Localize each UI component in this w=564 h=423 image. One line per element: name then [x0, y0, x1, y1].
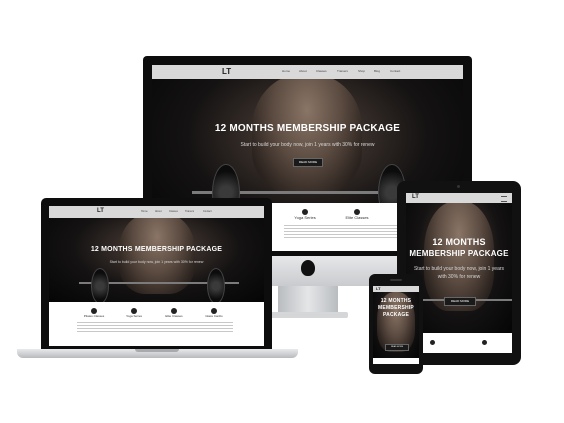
tablet-pilates-icon	[430, 340, 435, 345]
phone-screen: LT 12 MONTHS MEMBERSHIP PACKAGE READ MOR…	[373, 286, 419, 364]
desktop-stand	[278, 286, 338, 314]
desktop-menu-classes[interactable]: Classes	[316, 69, 327, 73]
laptop-plate-left	[91, 268, 109, 302]
laptop-feature-glass: Glass Cardio	[195, 308, 233, 318]
laptop-feature-text	[77, 322, 233, 334]
tablet-camera	[457, 185, 460, 188]
tablet-logo[interactable]: LT	[412, 194, 419, 200]
laptop-menu-classes[interactable]: Classes	[169, 210, 178, 213]
laptop-feature-yoga: Yoga Series	[115, 308, 153, 318]
phone-hero: 12 MONTHS MEMBERSHIP PACKAGE READ MORE	[373, 292, 419, 358]
laptop-base-notch	[135, 349, 179, 352]
tablet-read-more-button[interactable]: READ MORE	[444, 297, 476, 306]
tablet-hero-title-line2: MEMBERSHIP PACKAGE	[409, 249, 509, 258]
laptop-hero-title: 12 MONTHS MEMBERSHIP PACKAGE	[90, 246, 223, 253]
phone-hero-title-line3: PACKAGE	[382, 312, 410, 318]
desktop-feature-yoga-title: Yoga Series	[294, 215, 316, 220]
desktop-read-more-button[interactable]: READ MORE	[293, 158, 323, 167]
phone-hero-title-line2: MEMBERSHIP	[378, 305, 414, 311]
desktop-menu-contact[interactable]: Contact	[390, 69, 400, 73]
tablet-navbar: LT	[406, 193, 512, 203]
desktop-navbar: LT Home About Classes Trainers Shop Blog…	[152, 65, 463, 79]
tablet-hero-title-line1: 12 MONTHS	[432, 237, 486, 247]
phone-hero-title-line1: 12 MONTHS	[380, 298, 412, 304]
tablet-yoga-icon	[482, 340, 487, 345]
desktop-menu-about[interactable]: About	[299, 69, 307, 73]
desktop-feature-elite: Elite Classes	[332, 209, 382, 220]
laptop-menu-trainers[interactable]: Trainers	[185, 210, 194, 213]
desktop-feature-yoga: Yoga Series	[280, 209, 330, 220]
laptop-feature-yoga-title: Yoga Series	[125, 314, 143, 318]
desktop-hero-title: 12 MONTHS MEMBERSHIP PACKAGE	[214, 123, 401, 134]
laptop-features: Pilates Classes Yoga Series Elite Classe…	[49, 302, 264, 346]
laptop-menu-contact[interactable]: Contact	[203, 210, 212, 213]
tablet-hero-subtitle: Start to build your body now, join 1 yea…	[413, 266, 505, 280]
apple-logo-icon	[301, 260, 315, 276]
laptop-feature-elite: Elite Classes	[155, 308, 193, 318]
laptop-hero-subtitle: Start to build your body now, join 1 yea…	[109, 260, 204, 264]
phone-features	[373, 358, 419, 364]
desktop-menu-shop[interactable]: Shop	[358, 69, 365, 73]
laptop-feature-pilates-title: Pilates Classes	[83, 314, 105, 318]
desktop-menu-trainers[interactable]: Trainers	[337, 69, 348, 73]
desktop-menu-blog[interactable]: Blog	[374, 69, 380, 73]
tablet-menu-icon[interactable]	[501, 196, 507, 202]
phone-device: LT 12 MONTHS MEMBERSHIP PACKAGE READ MOR…	[369, 274, 423, 374]
laptop-lid: LT Home About Classes Trainers Contact 1…	[41, 198, 272, 350]
laptop-hero: 12 MONTHS MEMBERSHIP PACKAGE Start to bu…	[49, 218, 264, 302]
laptop-logo[interactable]: LT	[97, 208, 104, 214]
desktop-hero-athlete	[252, 79, 362, 194]
laptop-plate-right	[207, 268, 225, 302]
phone-read-more-button[interactable]: READ MORE	[385, 344, 409, 351]
laptop-navbar: LT Home About Classes Trainers Contact	[49, 206, 264, 218]
laptop-menu-home[interactable]: Home	[141, 210, 148, 213]
phone-speaker	[390, 279, 402, 281]
laptop-screen: LT Home About Classes Trainers Contact 1…	[49, 206, 264, 346]
laptop-feature-glass-title: Glass Cardio	[205, 314, 223, 318]
desktop-stand-base	[270, 312, 348, 318]
laptop-menu-about[interactable]: About	[155, 210, 162, 213]
desktop-feature-elite-title: Elite Classes	[345, 215, 369, 220]
laptop-feature-pilates: Pilates Classes	[75, 308, 113, 318]
phone-logo[interactable]: LT	[376, 286, 381, 291]
laptop-feature-elite-title: Elite Classes	[165, 314, 183, 318]
desktop-hero-subtitle: Start to build your body now, join 1 yea…	[240, 142, 375, 148]
desktop-menu-home[interactable]: Home	[282, 69, 290, 73]
desktop-logo[interactable]: LT	[222, 67, 231, 76]
